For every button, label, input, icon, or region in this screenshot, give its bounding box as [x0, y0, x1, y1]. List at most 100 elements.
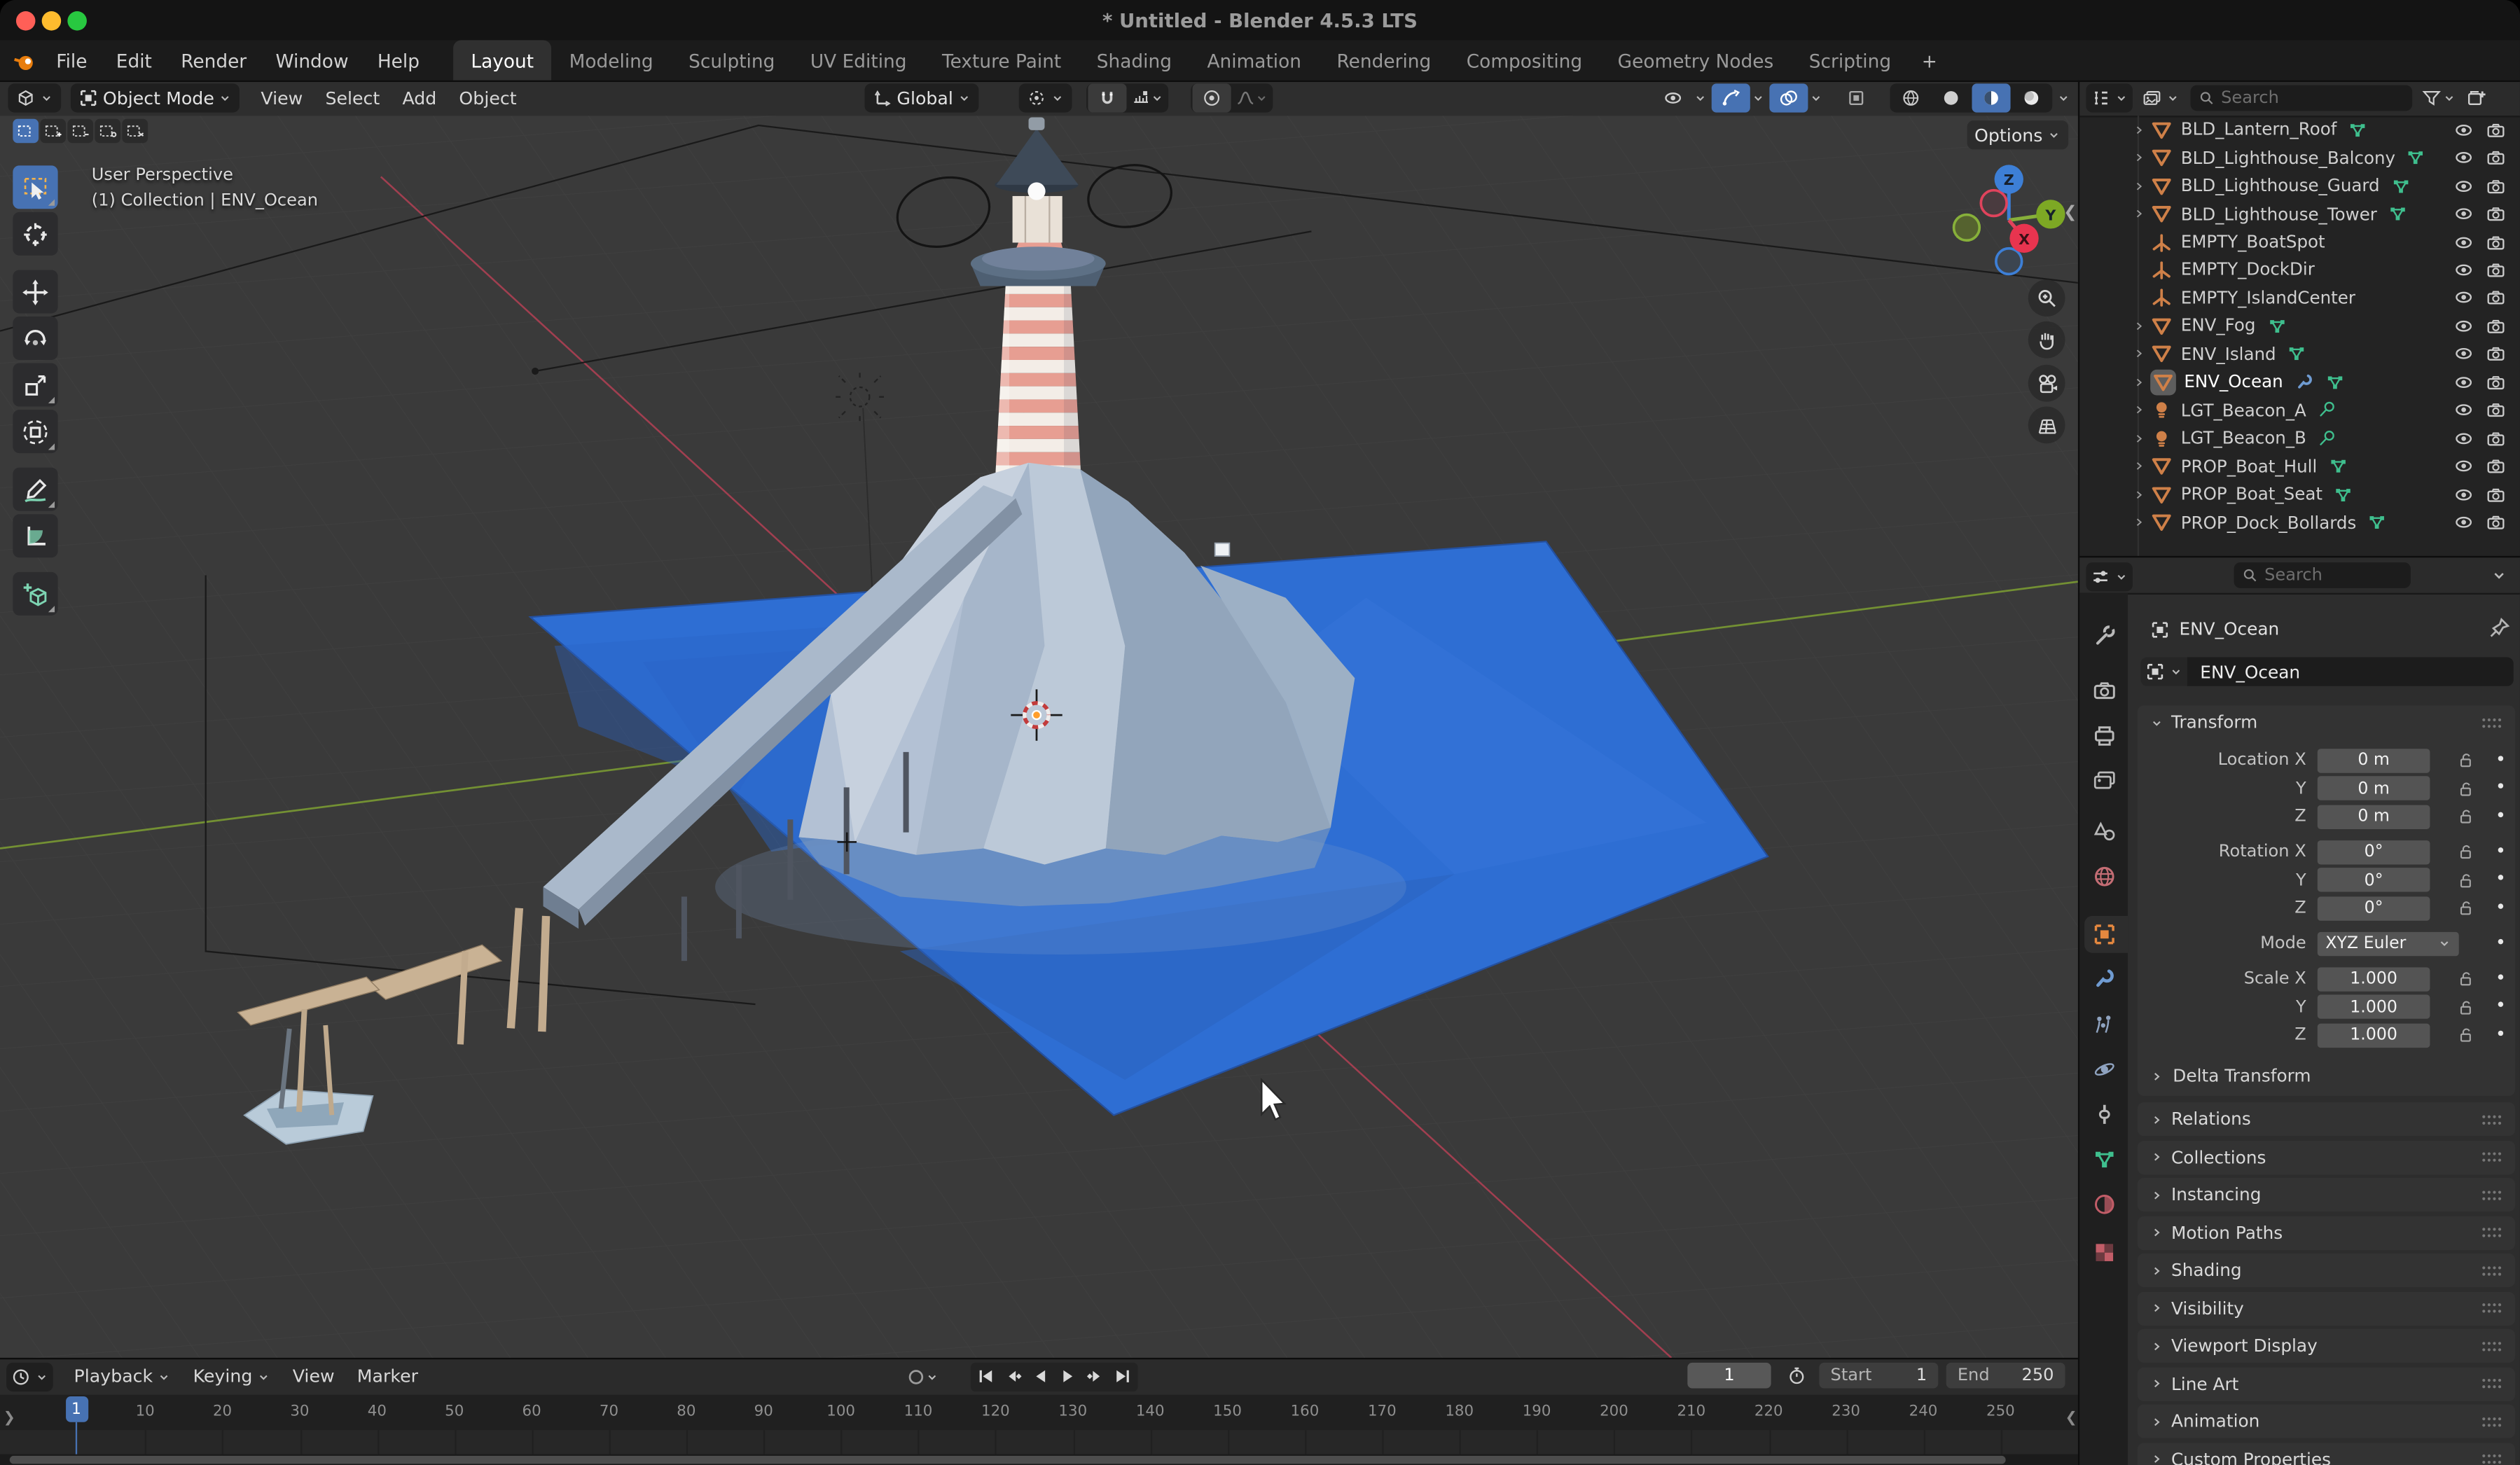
properties-tab-world[interactable]: [2079, 858, 2128, 895]
tab-compositing[interactable]: Compositing: [1449, 40, 1600, 80]
tool-transform[interactable]: [13, 410, 57, 453]
maximize-button[interactable]: [67, 11, 87, 30]
properties-tab-object[interactable]: [2079, 916, 2128, 953]
disclosure-icon[interactable]: [2128, 460, 2150, 473]
animate-dot-icon[interactable]: [2491, 748, 2511, 772]
disclosure-icon[interactable]: [2128, 179, 2150, 192]
modifier-wrench-icon[interactable]: [2294, 373, 2314, 392]
outliner-item-EMPTY_BoatSpot[interactable]: EMPTY_BoatSpot: [2079, 228, 2520, 256]
camera-icon[interactable]: [2486, 485, 2506, 504]
tab-uv-editing[interactable]: UV Editing: [793, 40, 925, 80]
eye-icon[interactable]: [2454, 457, 2474, 476]
mesh-data-icon[interactable]: [2267, 317, 2287, 336]
mesh-data-icon[interactable]: [2334, 485, 2353, 504]
viewport-menu-view[interactable]: View: [249, 88, 314, 109]
tool-cursor[interactable]: [13, 212, 57, 256]
eye-icon[interactable]: [2454, 317, 2474, 336]
camera-icon[interactable]: [2486, 232, 2506, 252]
outliner-item-BLD_Lighthouse_Guard[interactable]: BLD_Lighthouse_Guard: [2079, 172, 2520, 200]
light-data-icon[interactable]: [2318, 401, 2337, 420]
add-workspace-button[interactable]: +: [1909, 40, 1950, 80]
timeline-menu-marker[interactable]: Marker: [346, 1366, 429, 1387]
divider[interactable]: [2078, 81, 2079, 1465]
panel-shading[interactable]: Shading: [2138, 1254, 2515, 1287]
object-name-field[interactable]: [2187, 657, 2514, 686]
tab-layout[interactable]: Layout: [453, 40, 551, 80]
menu-render[interactable]: Render: [167, 49, 261, 71]
navigation-gizmo[interactable]: Z Y X: [1929, 140, 2078, 300]
panel-viewport-display[interactable]: Viewport Display: [2138, 1329, 2515, 1363]
panel-drag-dots[interactable]: [2480, 1373, 2502, 1395]
panel-drag-dots[interactable]: [2480, 1259, 2502, 1282]
stopwatch-icon[interactable]: [1787, 1366, 1807, 1385]
tab-scripting[interactable]: Scripting: [1792, 40, 1909, 80]
timeline-collapse-arrow[interactable]: ❮: [2065, 1411, 2077, 1427]
shading-wireframe-button[interactable]: [1892, 83, 1930, 112]
disclosure-icon[interactable]: [2128, 488, 2150, 501]
outliner-item-ENV_Fog[interactable]: ENV_Fog: [2079, 312, 2520, 340]
animate-dot-icon[interactable]: [2491, 994, 2511, 1018]
eye-icon[interactable]: [2454, 401, 2474, 420]
transform-value-field[interactable]: 0°: [2318, 896, 2430, 919]
viewport-menu-add[interactable]: Add: [391, 88, 448, 109]
animate-dot-icon[interactable]: [2491, 868, 2511, 891]
eye-icon[interactable]: [2454, 176, 2474, 196]
eye-icon[interactable]: [2454, 373, 2474, 392]
select-mode-subtract[interactable]: [67, 119, 93, 143]
mesh-data-icon[interactable]: [2388, 204, 2408, 224]
tool-add-cube[interactable]: [13, 572, 57, 616]
menu-edit[interactable]: Edit: [102, 49, 166, 71]
properties-search[interactable]: [2234, 562, 2410, 588]
animate-dot-icon[interactable]: [2491, 896, 2511, 919]
camera-icon[interactable]: [2486, 289, 2506, 308]
shading-material-preview-button[interactable]: [1972, 83, 2010, 112]
panel-drag-dots[interactable]: [2480, 1146, 2502, 1168]
overlays-dropdown[interactable]: [1769, 83, 1822, 112]
tab-animation[interactable]: Animation: [1189, 40, 1319, 80]
disclosure-icon[interactable]: [2128, 403, 2150, 416]
outliner-item-ENV_Ocean[interactable]: ENV_Ocean: [2079, 368, 2520, 396]
camera-icon[interactable]: [2486, 204, 2506, 224]
lock-open-icon[interactable]: [2456, 969, 2475, 989]
id-type-selector[interactable]: [2140, 657, 2187, 686]
properties-tab-object-data[interactable]: [2079, 1141, 2128, 1178]
jump-to-end-button[interactable]: [1109, 1363, 1136, 1389]
eye-icon[interactable]: [2454, 120, 2474, 139]
close-button[interactable]: [16, 11, 36, 30]
outliner-item-PROP_Boat_Seat[interactable]: PROP_Boat_Seat: [2079, 480, 2520, 508]
disclosure-icon[interactable]: [2128, 151, 2150, 164]
lock-open-icon[interactable]: [2456, 1025, 2475, 1045]
panel-drag-dots[interactable]: [2480, 1335, 2502, 1357]
tool-move[interactable]: [13, 270, 57, 313]
minimize-button[interactable]: [42, 11, 62, 30]
outliner-display-mode-button[interactable]: [2138, 83, 2185, 112]
pin-icon[interactable]: [2488, 617, 2510, 639]
transform-value-field[interactable]: 0°: [2318, 868, 2430, 891]
orientation-dropdown[interactable]: Global: [864, 83, 978, 112]
panel-drag-dots[interactable]: [2480, 1108, 2502, 1130]
select-mode-extend[interactable]: [40, 119, 66, 143]
outliner-item-BLD_Lighthouse_Balcony[interactable]: BLD_Lighthouse_Balcony: [2079, 144, 2520, 172]
disclosure-icon[interactable]: [2128, 516, 2150, 529]
menu-window[interactable]: Window: [261, 49, 363, 71]
sidebar-collapse-arrow[interactable]: ❮: [2063, 204, 2077, 221]
panel-drag-dots[interactable]: [2480, 1297, 2502, 1319]
animate-dot-icon[interactable]: [2491, 804, 2511, 828]
animate-dot-icon[interactable]: [2491, 931, 2511, 955]
select-mode-invert[interactable]: [95, 119, 120, 143]
snap-target-dropdown[interactable]: [1128, 83, 1167, 112]
transform-panel-header[interactable]: Transform: [2138, 705, 2515, 739]
outliner-item-BLD_Lighthouse_Tower[interactable]: BLD_Lighthouse_Tower: [2079, 200, 2520, 228]
animate-dot-icon[interactable]: [2491, 1023, 2511, 1047]
playhead-line[interactable]: [75, 1422, 78, 1454]
breadcrumb-object[interactable]: ENV_Ocean: [2179, 618, 2279, 639]
eye-icon[interactable]: [2454, 485, 2474, 504]
lock-open-icon[interactable]: [2456, 779, 2475, 798]
properties-search-input[interactable]: [2264, 566, 2402, 585]
eye-icon[interactable]: [2454, 204, 2474, 224]
pan-hand-button[interactable]: [2028, 321, 2065, 359]
panel-motion-paths[interactable]: Motion Paths: [2138, 1216, 2515, 1249]
tab-shading[interactable]: Shading: [1079, 40, 1190, 80]
outliner-item-LGT_Beacon_B[interactable]: LGT_Beacon_B: [2079, 424, 2520, 452]
tab-sculpting[interactable]: Sculpting: [671, 40, 793, 80]
